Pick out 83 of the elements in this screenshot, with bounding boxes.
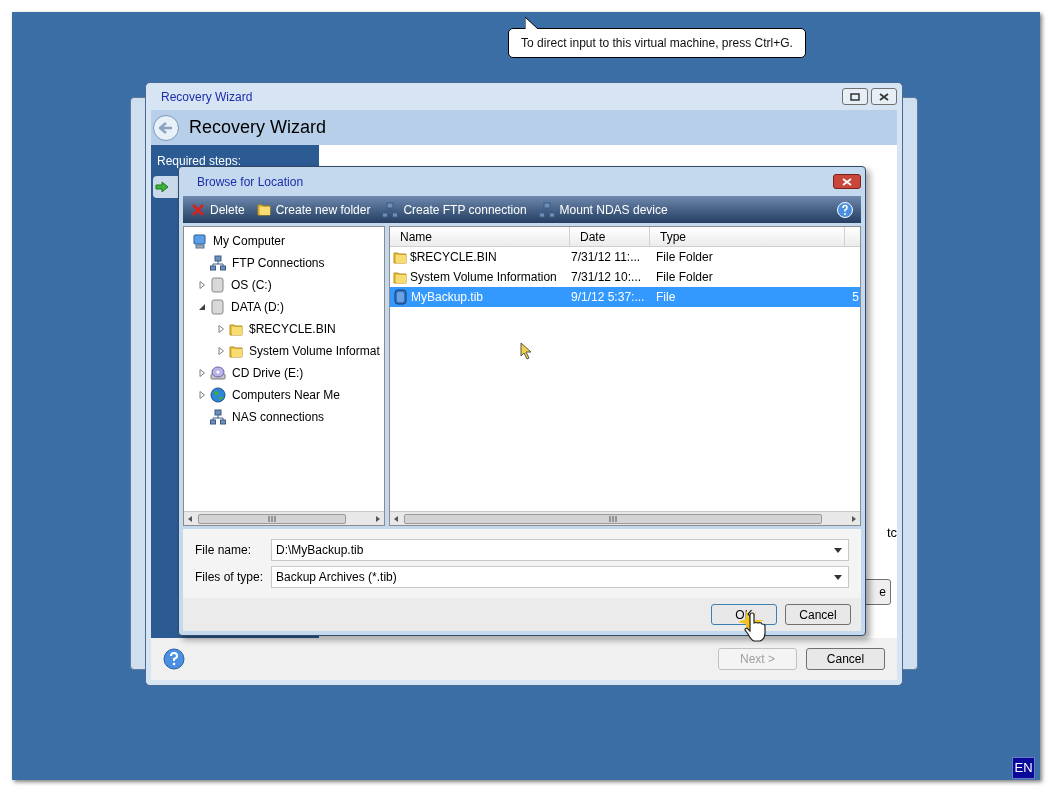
scroll-right-icon[interactable] [850,514,858,523]
dropdown-caret-icon [834,547,842,553]
horizontal-scrollbar[interactable] [184,511,384,525]
arrow-icon [155,181,169,193]
scroll-left-icon[interactable] [186,514,194,523]
cd-drive-icon [210,365,226,381]
back-arrow-icon [159,121,173,134]
field-label: File name: [195,542,253,559]
dialog-button[interactable]: Cancel [785,604,851,625]
network-icon [382,201,399,218]
folder-icon [393,269,407,285]
column-header[interactable]: Type [650,227,845,246]
expand-icon[interactable] [217,347,225,355]
tree-item[interactable]: My Computer [213,232,286,250]
backup-file-icon [393,289,408,305]
toolbar-button[interactable]: Mount NDAS device [538,200,668,219]
tree-item[interactable]: OS (C:) [231,276,272,294]
file-type: File Folder [656,269,713,286]
wizard-heading: Recovery Wizard [189,116,327,139]
close-icon [842,177,852,186]
expand-icon[interactable] [198,281,206,289]
disk-drive-icon [210,299,225,315]
computer-icon [192,233,207,249]
language-indicator[interactable]: EN [1012,757,1035,779]
file-name: $RECYCLE.BIN [410,249,497,266]
tooltip-text: To direct input to this virtual machine, press Ctrl+G. [521,35,793,52]
window-title: Recovery Wizard [161,88,254,106]
close-icon [879,92,889,101]
wizard-button[interactable]: Cancel [806,648,885,670]
network-icon [210,409,226,425]
expand-icon[interactable] [217,325,225,333]
grip-icon [268,515,276,522]
dropdown-caret-icon [834,574,842,580]
folder-icon [229,321,243,337]
tree-item[interactable]: NAS connections [232,408,325,426]
toolbar-button[interactable]: Delete [191,200,245,219]
tree-item[interactable]: $RECYCLE.BIN [249,320,336,338]
globe-icon [210,387,226,403]
tree-item[interactable]: CD Drive (E:) [232,364,304,382]
file-type: File [656,289,676,306]
option-text: tc [886,524,897,542]
grip-icon [609,515,617,522]
file-date: 9/1/12 5:37:... [571,289,645,306]
file-type-dropdown[interactable]: Backup Archives (*.tib) [271,566,849,588]
file-name-field[interactable]: D:\MyBackup.tib [271,539,849,561]
expand-icon[interactable] [198,391,206,399]
disk-drive-icon [210,277,225,293]
file-row[interactable]: $RECYCLE.BIN 7/31/12 11:... File Folder [390,247,860,267]
collapse-icon[interactable] [198,303,206,311]
sidebar-heading: Required steps: [157,153,243,170]
column-header[interactable]: Name [390,227,570,246]
close-button[interactable] [833,174,861,189]
restore-button[interactable] [842,88,868,105]
folder-icon [393,249,407,265]
toolbar-button[interactable]: Create FTP connection [382,200,527,219]
mouse-pointer-icon [520,342,534,360]
horizontal-scrollbar[interactable] [390,511,860,525]
dialog-title: Browse for Location [197,173,304,191]
delete-icon [191,202,205,217]
tree-item[interactable]: Computers Near Me [232,386,341,404]
column-header[interactable]: Date [570,227,650,246]
file-name: MyBackup.tib [411,289,484,306]
tree-item[interactable]: FTP Connections [232,254,325,272]
field-label: Files of type: [195,569,265,586]
tree-item[interactable]: DATA (D:) [231,298,284,316]
network-icon [538,201,555,218]
close-button[interactable] [871,88,897,105]
toolbar-button[interactable]: Create new folder [256,200,371,219]
file-name: System Volume Information [410,269,557,286]
folder-icon [229,343,243,359]
file-date: 7/31/12 10:... [571,269,642,286]
file-type: File Folder [656,249,713,266]
table-cell-text: 5 [852,289,859,306]
expand-icon[interactable] [198,369,206,377]
file-row[interactable]: System Volume Information 7/31/12 10:... File Folder [390,267,860,287]
tree-item[interactable]: System Volume Informat [249,342,380,360]
file-date: 7/31/12 11:... [571,249,641,266]
scroll-right-icon[interactable] [374,514,382,523]
help-icon[interactable] [163,648,185,670]
restore-icon [850,92,860,101]
network-icon [210,255,226,271]
folder-icon [256,202,271,217]
scroll-left-icon[interactable] [392,514,400,523]
